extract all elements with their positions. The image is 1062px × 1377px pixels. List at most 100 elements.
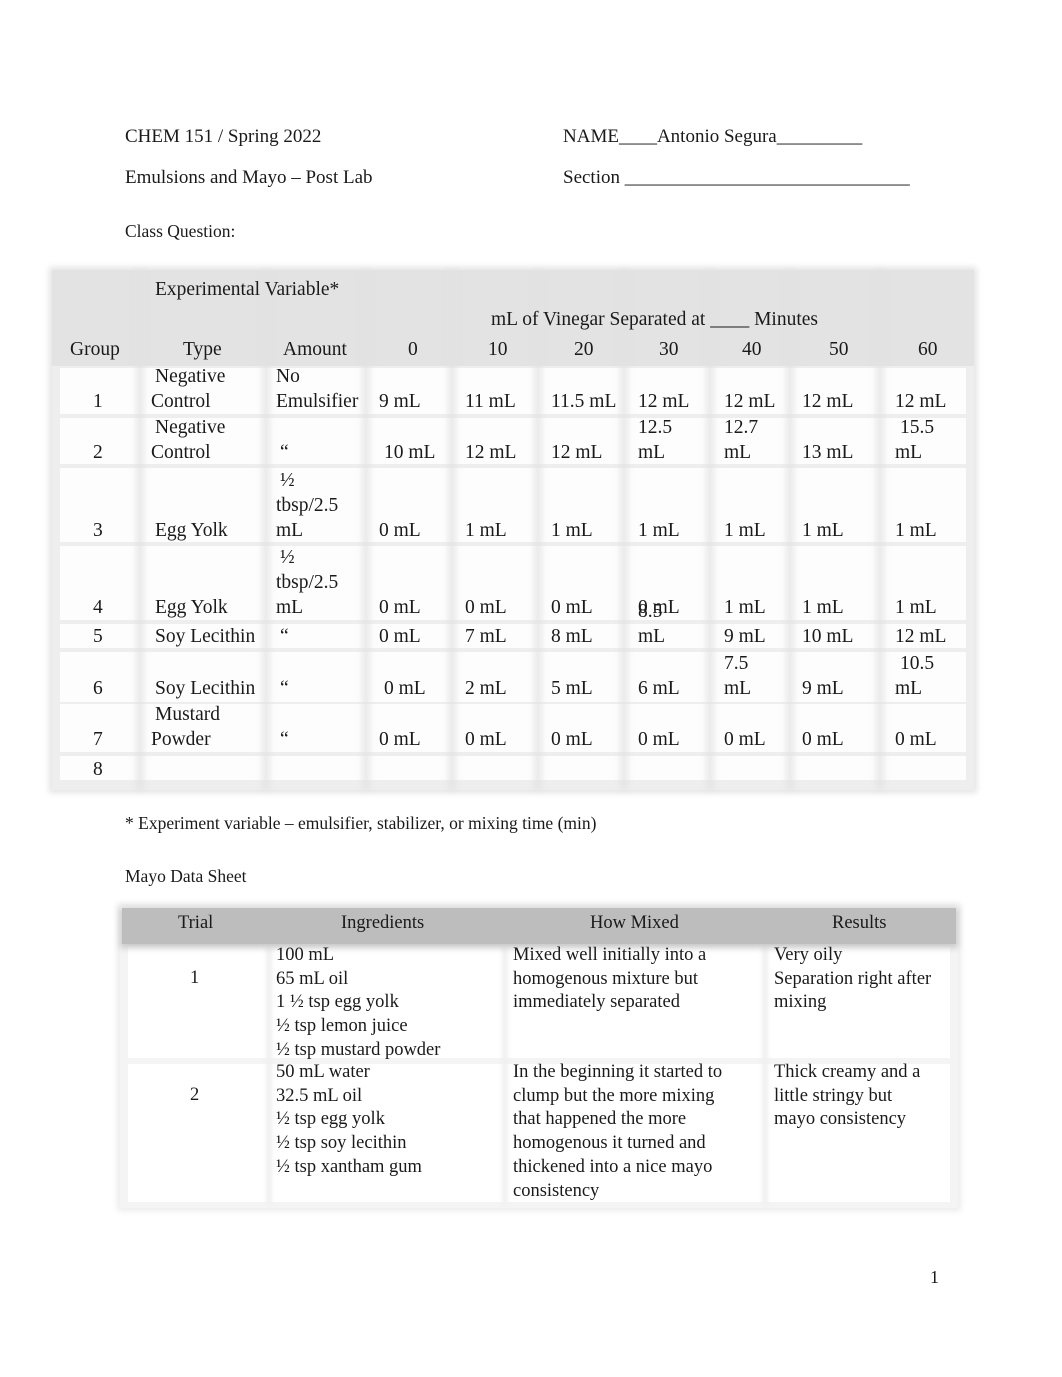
type-cell: Soy Lecithin: [155, 678, 256, 699]
value-cell: 12.7: [724, 417, 759, 438]
value-cell: 0 mL: [379, 597, 421, 618]
value-cell: 0 mL: [551, 597, 593, 618]
ingredient-line: 100 mL: [276, 945, 335, 965]
column-header-20: 20: [574, 339, 594, 360]
amount-cell: tbsp/2.5: [276, 572, 339, 593]
column-header-trial: Trial: [178, 913, 214, 933]
ingredient-line: ½ tsp egg yolk: [276, 1109, 385, 1130]
results-line: Thick creamy and a: [774, 1062, 921, 1082]
group-cell: 7: [93, 729, 103, 750]
value-cell: 8.5: [638, 601, 663, 622]
value-cell: 1 mL: [895, 520, 937, 541]
type-cell: Mustard: [155, 704, 220, 725]
column-divider: [362, 270, 370, 790]
column-header-40: 40: [742, 339, 762, 360]
value-cell: 0 mL: [551, 729, 593, 750]
value-cell: 1 mL: [724, 520, 766, 541]
trial-cell: 1: [190, 968, 200, 988]
value-cell: 12.5: [638, 417, 673, 438]
value-cell: 0 mL: [379, 626, 421, 647]
value-cell: 15.5: [900, 417, 935, 438]
amount-cell: mL: [276, 520, 304, 541]
value-cell: 11 mL: [465, 391, 516, 412]
course-title: CHEM 151 / Spring 2022: [125, 126, 322, 147]
table-row-background: [60, 756, 966, 780]
results-line: mayo consistency: [774, 1109, 907, 1130]
column-divider: [786, 270, 794, 790]
column-divider: [876, 270, 884, 790]
table-header-background: [122, 908, 956, 944]
value-cell: 12 mL: [465, 442, 517, 463]
value-cell: 1 mL: [802, 597, 844, 618]
value-cell: 7.5: [724, 653, 749, 674]
value-cell: 1 mL: [895, 597, 937, 618]
value-cell: 1 mL: [802, 520, 844, 541]
ingredient-line: 1 ½ tsp egg yolk: [276, 992, 399, 1013]
amount-cell: “: [280, 729, 289, 750]
value-cell: 5 mL: [551, 678, 593, 699]
name-field: NAME____Antonio Segura_________: [563, 126, 863, 147]
column-divider: [534, 270, 542, 790]
how-mixed-line: homogenous it turned and: [513, 1133, 706, 1154]
type-cell: Control: [151, 442, 211, 463]
value-cell: 13 mL: [802, 442, 854, 463]
column-header-60: 60: [918, 339, 938, 360]
column-divider: [448, 270, 456, 790]
ingredient-line: 65 mL oil: [276, 968, 349, 989]
ingredient-line: ½ tsp soy lecithin: [276, 1133, 407, 1154]
type-cell: Powder: [151, 729, 211, 750]
column-divider: [136, 270, 144, 790]
experimental-variable-header: Experimental Variable*: [155, 279, 340, 300]
page-number: 1: [930, 1267, 939, 1287]
type-cell: Egg Yolk: [155, 520, 228, 541]
results-line: Separation right after: [774, 968, 932, 989]
value-cell: 0 mL: [638, 729, 680, 750]
column-header-results: Results: [832, 913, 887, 933]
value-cell-unit: mL: [724, 678, 752, 699]
results-line: little stringy but: [774, 1085, 893, 1106]
how-mixed-line: immediately separated: [513, 992, 680, 1013]
document-title: Emulsions and Mayo – Post Lab: [125, 167, 373, 188]
amount-cell: mL: [276, 597, 304, 618]
amount-cell: Emulsifier: [276, 391, 359, 412]
how-mixed-line: that happened the more: [513, 1109, 687, 1130]
column-divider: [266, 946, 272, 1204]
how-mixed-line: clump but the more mixing: [513, 1085, 715, 1106]
value-cell: 9 mL: [802, 678, 844, 699]
column-divider: [762, 946, 768, 1204]
value-cell: 10 mL: [384, 442, 436, 463]
column-header-amount: Amount: [283, 339, 347, 360]
minutes-header: mL of Vinegar Separated at ____ Minutes: [491, 309, 818, 330]
mayo-data-sheet-title: Mayo Data Sheet: [125, 866, 247, 886]
value-cell: 10 mL: [802, 626, 854, 647]
value-cell: 0 mL: [895, 729, 937, 750]
group-cell: 3: [93, 520, 103, 541]
type-cell: Negative: [155, 366, 226, 387]
value-cell: 7 mL: [465, 626, 507, 647]
type-cell: Egg Yolk: [155, 597, 228, 618]
how-mixed-line: In the beginning it started to: [513, 1062, 723, 1082]
group-cell: 4: [93, 597, 103, 618]
amount-cell: No: [276, 366, 300, 387]
amount-cell: ½: [280, 470, 295, 491]
value-cell-unit: mL: [638, 626, 666, 647]
type-cell: Control: [151, 391, 211, 412]
amount-cell: tbsp/2.5: [276, 495, 339, 516]
value-cell: 1 mL: [724, 597, 766, 618]
group-cell: 5: [93, 626, 103, 647]
results-line: mixing: [774, 992, 827, 1013]
value-cell: 0 mL: [384, 678, 426, 699]
type-cell: Soy Lecithin: [155, 626, 256, 647]
value-cell: 9 mL: [379, 391, 421, 412]
value-cell: 12 mL: [802, 391, 854, 412]
ingredient-line: ½ tsp lemon juice: [276, 1016, 408, 1037]
group-cell: 8: [93, 759, 103, 780]
value-cell: 11.5 mL: [551, 391, 617, 412]
value-cell: 12 mL: [638, 391, 690, 412]
value-cell: 9 mL: [724, 626, 766, 647]
column-divider: [620, 270, 628, 790]
trial-cell: 2: [190, 1085, 200, 1105]
value-cell: 0 mL: [379, 729, 421, 750]
amount-cell: “: [280, 626, 289, 647]
value-cell: 2 mL: [465, 678, 507, 699]
